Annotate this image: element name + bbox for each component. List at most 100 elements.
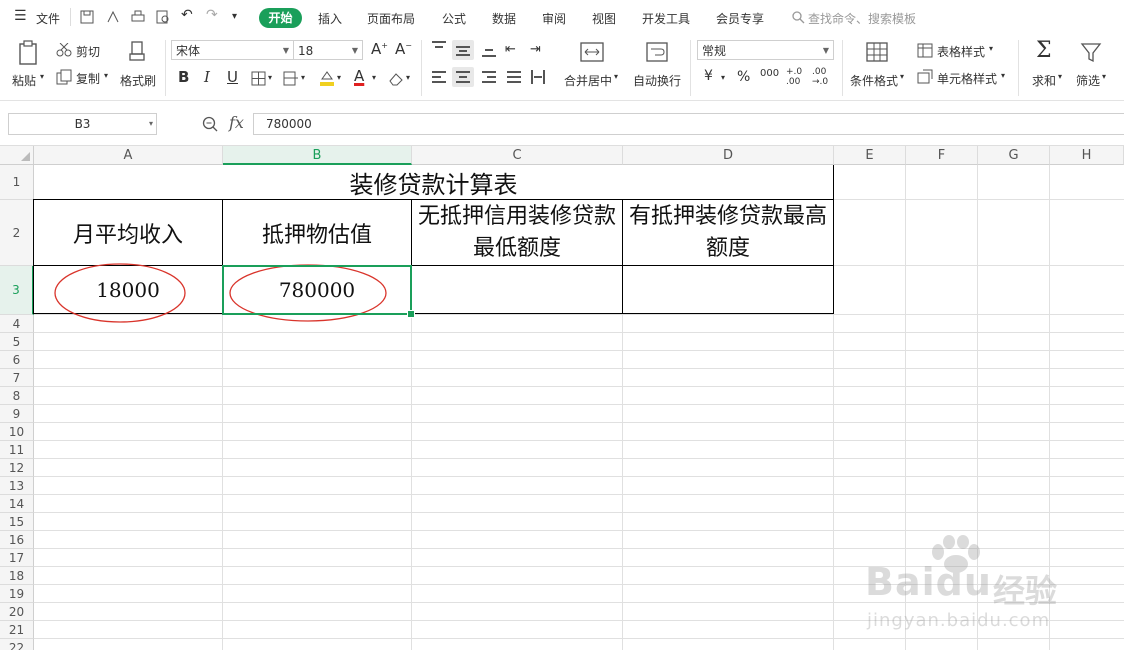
ribbon-toolbar: 粘贴 ▾ 剪切 复制 ▾ 格式刷 宋体 ▼ 18 ▼ A+ A− B I U ▾ ▾…	[0, 34, 1124, 101]
underline-icon[interactable]: U	[227, 68, 238, 86]
tab-review[interactable]: 审阅	[542, 10, 566, 27]
number-format-value: 常规	[702, 44, 727, 58]
conditional-format-icon[interactable]	[866, 42, 888, 62]
redo-icon[interactable]: ↷	[206, 7, 218, 23]
divider	[165, 40, 166, 96]
align-middle-icon[interactable]	[452, 40, 474, 60]
divider	[421, 40, 422, 96]
bold-icon[interactable]: B	[178, 68, 189, 86]
tab-formulas[interactable]: 公式	[442, 10, 466, 27]
conditional-format-button[interactable]: 条件格式	[850, 72, 898, 89]
table-style-button[interactable]: 表格样式	[937, 43, 985, 60]
tab-data[interactable]: 数据	[492, 10, 516, 27]
divider	[690, 40, 691, 96]
formula-bar: B3 ▾ fx 780000	[0, 101, 1124, 146]
filter-dropdown-icon[interactable]: ▾	[1102, 72, 1106, 81]
merge-dropdown-icon[interactable]: ▾	[614, 72, 618, 81]
fill-handle[interactable]	[407, 310, 415, 318]
zoom-icon[interactable]	[202, 116, 218, 132]
copy-dropdown-icon[interactable]: ▾	[104, 71, 108, 80]
cell-style-button[interactable]: 单元格样式	[937, 70, 997, 87]
save-icon[interactable]	[80, 10, 94, 24]
thousands-separator-icon[interactable]: 000	[760, 68, 779, 79]
format-painter-button[interactable]: 格式刷	[120, 72, 156, 89]
table-style-icon[interactable]	[917, 43, 933, 58]
increase-decimal-icon[interactable]: +.0.00	[786, 67, 802, 87]
cell-style-icon[interactable]	[917, 69, 933, 84]
file-menu[interactable]: 文件	[36, 10, 60, 27]
wrap-text-icon[interactable]	[646, 42, 668, 62]
active-cell-selection[interactable]	[222, 265, 412, 315]
tab-view[interactable]: 视图	[592, 10, 616, 27]
fill-color-icon[interactable]	[318, 69, 336, 87]
italic-icon[interactable]: I	[204, 68, 210, 86]
cut-button[interactable]: 剪切	[76, 43, 100, 60]
number-format-select[interactable]: 常规 ▼	[697, 40, 834, 60]
fx-icon[interactable]: fx	[229, 113, 244, 132]
font-color-dropdown-icon[interactable]: ▾	[372, 73, 376, 82]
merge-center-button[interactable]: 合并居中	[564, 72, 612, 89]
font-size-select[interactable]: 18 ▼	[293, 40, 363, 60]
sum-icon[interactable]: Σ	[1036, 38, 1052, 63]
paste-dropdown-icon[interactable]: ▾	[40, 72, 44, 81]
align-center-icon[interactable]	[452, 67, 474, 87]
table-style-dropdown-icon[interactable]: ▾	[989, 44, 993, 53]
fill-pattern-icon[interactable]	[283, 71, 299, 86]
percent-icon[interactable]: %	[737, 69, 750, 85]
format-painter-icon[interactable]	[128, 40, 148, 66]
cut-icon[interactable]	[56, 43, 72, 57]
paste-icon[interactable]	[18, 40, 40, 66]
tab-insert[interactable]: 插入	[318, 10, 342, 27]
align-top-icon[interactable]	[431, 40, 447, 56]
filter-button[interactable]: 筛选	[1076, 72, 1100, 89]
hamburger-icon[interactable]: ☰	[14, 8, 27, 24]
sum-dropdown-icon[interactable]: ▾	[1058, 72, 1062, 81]
sum-button[interactable]: 求和	[1032, 72, 1056, 89]
decrease-decimal-icon[interactable]: .00 →.0	[812, 67, 828, 87]
tab-page-layout[interactable]: 页面布局	[367, 10, 415, 27]
quick-access-dropdown-icon[interactable]: ▾	[232, 11, 237, 22]
filter-icon[interactable]	[1080, 42, 1102, 64]
clear-format-icon[interactable]	[388, 71, 404, 86]
fill-color-dropdown-icon[interactable]: ▾	[337, 73, 341, 82]
name-box[interactable]: B3 ▾	[8, 113, 157, 135]
decrease-font-icon[interactable]: A−	[395, 40, 412, 58]
align-right-icon[interactable]	[481, 70, 497, 84]
font-color-icon[interactable]: A	[354, 67, 364, 85]
tab-developer[interactable]: 开发工具	[642, 10, 690, 27]
currency-icon[interactable]: ¥	[704, 68, 713, 84]
increase-font-icon[interactable]: A+	[371, 40, 388, 58]
justify-icon[interactable]	[506, 70, 522, 84]
cell-style-dropdown-icon[interactable]: ▾	[1001, 71, 1005, 80]
undo-icon[interactable]: ↶	[181, 7, 193, 23]
align-left-icon[interactable]	[431, 70, 447, 84]
copy-icon[interactable]	[56, 69, 72, 85]
export-icon[interactable]	[106, 10, 120, 24]
distributed-align-icon[interactable]	[530, 70, 546, 84]
copy-button[interactable]: 复制	[76, 70, 100, 87]
borders-dropdown-icon[interactable]: ▾	[268, 73, 272, 82]
cond-format-dropdown-icon[interactable]: ▾	[900, 72, 904, 81]
tab-start[interactable]: 开始	[259, 8, 302, 28]
divider	[842, 40, 843, 96]
search-command-input[interactable]: 查找命令、搜索模板	[808, 10, 916, 27]
wrap-text-button[interactable]: 自动换行	[633, 72, 681, 89]
borders-icon[interactable]	[251, 71, 266, 86]
tab-member[interactable]: 会员专享	[716, 10, 764, 27]
clear-dropdown-icon[interactable]: ▾	[406, 73, 410, 82]
currency-dropdown-icon[interactable]: ▾	[721, 73, 725, 82]
decrease-indent-icon[interactable]: ⇤	[505, 42, 516, 57]
increase-indent-icon[interactable]: ⇥	[530, 42, 541, 57]
search-icon	[792, 11, 805, 24]
paste-button[interactable]: 粘贴	[12, 72, 36, 89]
chevron-down-icon: ▼	[822, 46, 829, 55]
align-bottom-icon[interactable]	[481, 44, 497, 58]
merge-center-icon[interactable]	[580, 42, 604, 62]
font-name-select[interactable]: 宋体 ▼	[171, 40, 294, 60]
fill-pattern-dropdown-icon[interactable]: ▾	[301, 73, 305, 82]
formula-input[interactable]: 780000	[253, 113, 1124, 135]
annotation-ellipse-a3	[54, 263, 186, 323]
print-preview-icon[interactable]	[156, 10, 170, 24]
print-icon[interactable]	[131, 10, 145, 24]
chevron-down-icon: ▾	[148, 119, 153, 128]
